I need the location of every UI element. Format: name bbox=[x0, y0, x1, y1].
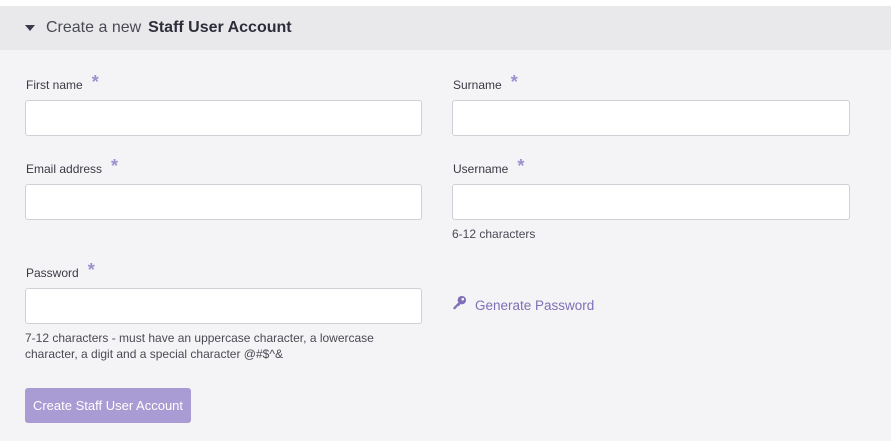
key-icon bbox=[452, 295, 467, 315]
caret-down-icon[interactable] bbox=[25, 25, 35, 31]
username-hint: 6-12 characters bbox=[452, 227, 536, 241]
panel-title: Staff User Account bbox=[148, 19, 292, 36]
create-staff-user-account-button[interactable]: Create Staff User Account bbox=[25, 388, 191, 423]
username-input[interactable] bbox=[452, 184, 850, 220]
first-name-label: First name * bbox=[26, 72, 99, 95]
required-asterisk: * bbox=[111, 156, 119, 176]
password-label-text: Password bbox=[26, 265, 79, 280]
surname-input[interactable] bbox=[452, 100, 850, 136]
password-input[interactable] bbox=[25, 288, 422, 324]
email-label-text: Email address bbox=[26, 161, 103, 176]
username-label: Username * bbox=[453, 156, 525, 179]
password-label: Password * bbox=[26, 260, 95, 283]
header-prefix: Create a new bbox=[46, 19, 142, 36]
required-asterisk: * bbox=[517, 156, 525, 176]
first-name-label-text: First name bbox=[26, 77, 83, 92]
panel-header[interactable]: Create a new Staff User Account bbox=[0, 6, 891, 50]
generate-password-label: Generate Password bbox=[475, 297, 595, 313]
first-name-input[interactable] bbox=[25, 100, 422, 136]
required-asterisk: * bbox=[87, 260, 95, 280]
email-label: Email address * bbox=[26, 156, 119, 179]
surname-label: Surname * bbox=[453, 72, 518, 95]
email-input[interactable] bbox=[25, 184, 422, 220]
surname-label-text: Surname bbox=[453, 77, 502, 92]
create-staff-user-panel: Create a new Staff User Account bbox=[0, 6, 891, 441]
password-hint: 7-12 characters - must have an uppercase… bbox=[25, 331, 374, 361]
username-label-text: Username bbox=[453, 161, 509, 176]
required-asterisk: * bbox=[510, 72, 518, 92]
generate-password-link[interactable]: Generate Password bbox=[452, 295, 594, 315]
required-asterisk: * bbox=[91, 72, 99, 92]
